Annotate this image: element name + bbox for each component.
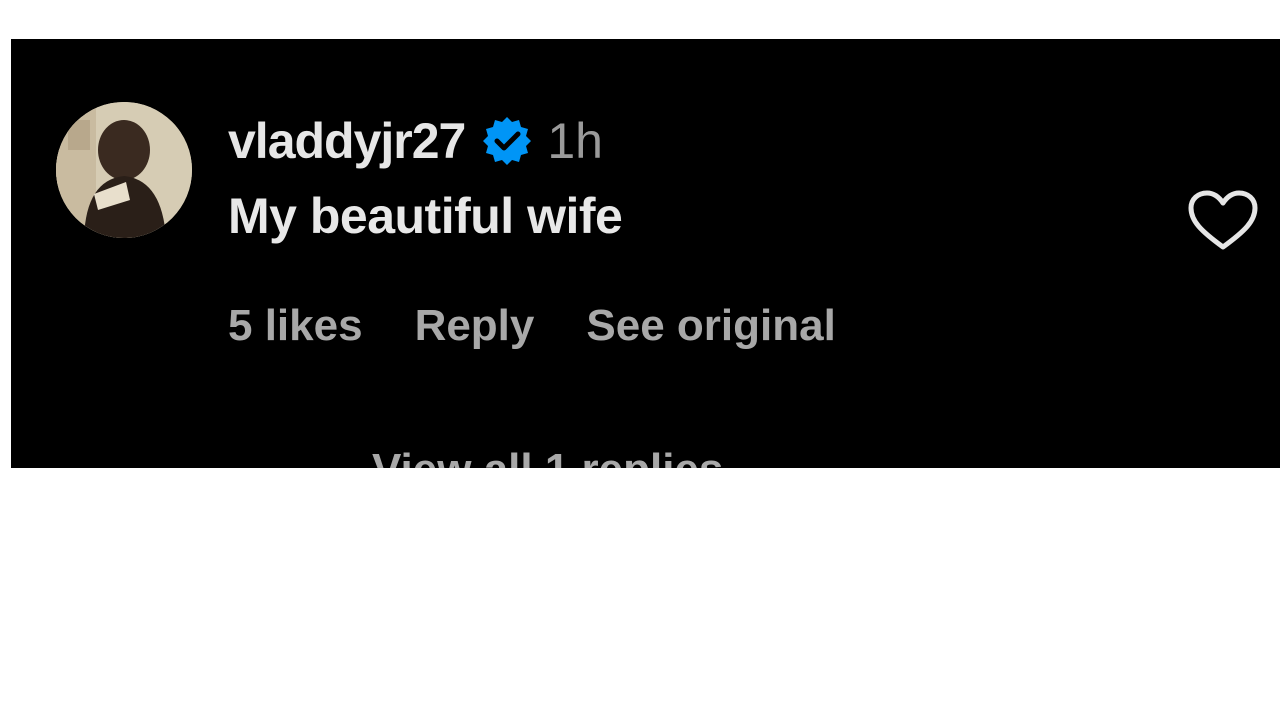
timestamp: 1h bbox=[547, 113, 603, 169]
see-original-button[interactable]: See original bbox=[586, 301, 835, 351]
reply-button[interactable]: Reply bbox=[415, 301, 535, 351]
verified-badge-icon bbox=[481, 115, 533, 167]
comment-header: vladdyjr27 1h bbox=[228, 111, 603, 171]
avatar[interactable] bbox=[56, 102, 192, 238]
comment-text: My beautiful wife bbox=[228, 188, 623, 244]
username[interactable]: vladdyjr27 bbox=[228, 112, 466, 170]
view-all-replies-link[interactable]: View all 1 replies bbox=[372, 445, 723, 468]
comment-panel: vladdyjr27 1h My beautiful wife 5 likes … bbox=[11, 39, 1280, 468]
comment-actions: 5 likes Reply See original bbox=[228, 301, 836, 351]
likes-count-link[interactable]: 5 likes bbox=[228, 301, 363, 351]
avatar-photo bbox=[56, 102, 192, 238]
heart-outline-icon[interactable] bbox=[1187, 189, 1259, 253]
view-replies-row[interactable]: View all 1 replies bbox=[228, 445, 723, 468]
